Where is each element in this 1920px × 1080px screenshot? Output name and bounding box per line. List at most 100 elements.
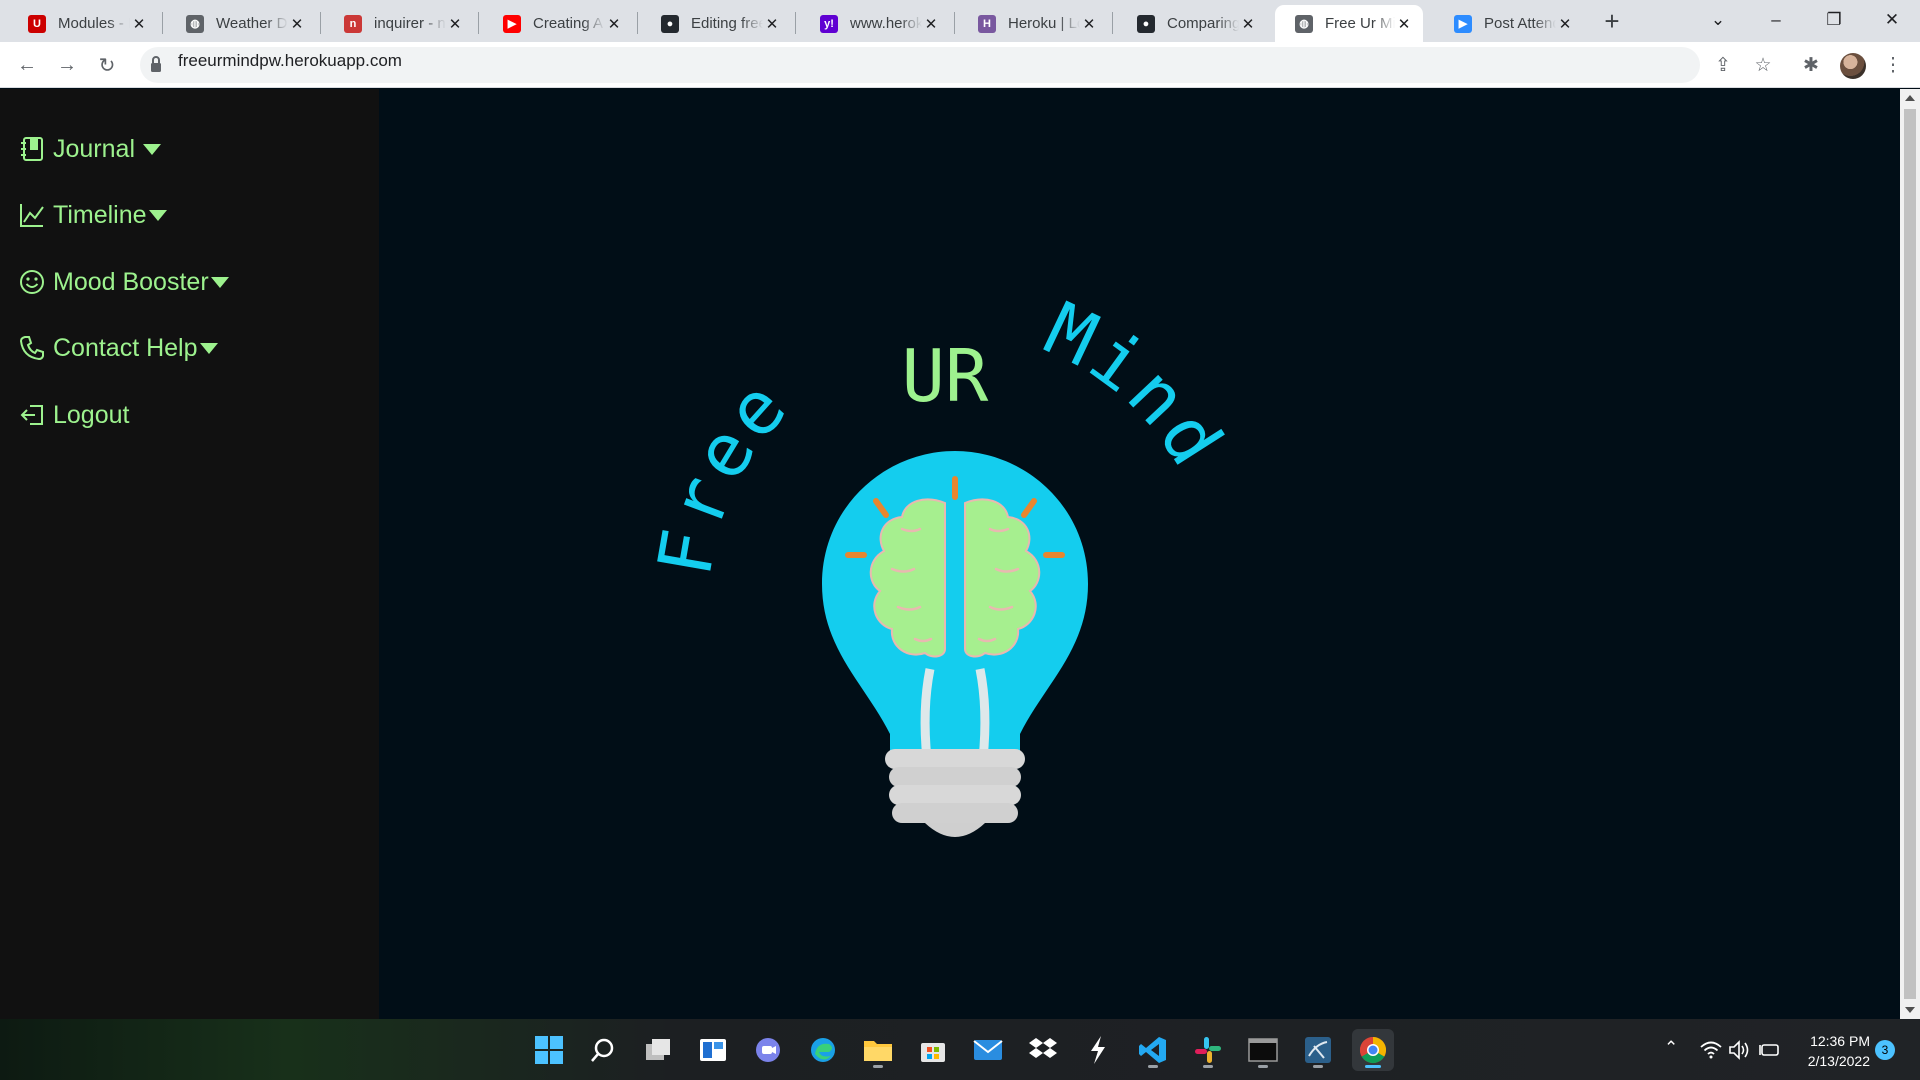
scroll-up-icon[interactable] xyxy=(1905,95,1915,101)
sidebar-item-logout[interactable]: Logout xyxy=(19,397,129,433)
minimize-button[interactable]: – xyxy=(1748,0,1804,40)
filament-left xyxy=(920,668,935,760)
close-tab-icon[interactable]: ✕ xyxy=(763,15,781,33)
restore-button[interactable]: ❐ xyxy=(1806,0,1862,40)
browser-tab[interactable]: U Modules - E✕ xyxy=(8,5,158,42)
back-button[interactable]: ← xyxy=(10,48,44,82)
new-tab-button[interactable]: + xyxy=(1598,8,1626,36)
workbench-button[interactable] xyxy=(1297,1029,1339,1071)
share-icon[interactable]: ⇪ xyxy=(1706,48,1740,82)
extensions-icon[interactable]: ✱ xyxy=(1794,48,1828,82)
bookmark-star-icon[interactable]: ☆ xyxy=(1746,48,1780,82)
volume-icon[interactable] xyxy=(1728,1040,1750,1060)
npm-icon: n xyxy=(344,14,362,33)
terminal-button[interactable] xyxy=(1242,1029,1284,1071)
dropbox-button[interactable] xyxy=(1022,1029,1064,1071)
close-tab-icon[interactable]: ✕ xyxy=(288,15,306,33)
close-tab-icon[interactable]: ✕ xyxy=(1556,15,1574,33)
tab-separator xyxy=(162,12,163,34)
store-button[interactable] xyxy=(912,1029,954,1071)
vscode-button[interactable] xyxy=(1132,1029,1174,1071)
teams-chat-button[interactable] xyxy=(747,1029,789,1071)
tab-separator xyxy=(795,12,796,34)
sidebar-item-timeline[interactable]: Timeline xyxy=(19,197,167,233)
url-text[interactable]: freeurmindpw.herokuapp.com xyxy=(178,51,402,71)
tab-title: Free Ur Min xyxy=(1325,15,1395,32)
profile-avatar[interactable] xyxy=(1840,53,1866,79)
browser-tab[interactable]: ◍ Free Ur Min✕ xyxy=(1275,5,1423,42)
sidebar-item-contact-help[interactable]: Contact Help xyxy=(19,330,218,366)
browser-tab[interactable]: H Heroku | Lo ✕ xyxy=(958,5,1108,42)
tab-title: inquirer - n xyxy=(374,15,446,32)
slack-button[interactable] xyxy=(1187,1029,1229,1071)
sidebar-item-label: Mood Booster xyxy=(53,267,209,296)
running-indicator xyxy=(1258,1065,1268,1068)
clock[interactable]: 12:36 PM 2/13/2022 xyxy=(1790,1031,1870,1071)
start-button[interactable] xyxy=(528,1029,570,1071)
browser-tab[interactable]: ▶ Post Attend ✕ xyxy=(1434,5,1584,42)
wifi-icon[interactable] xyxy=(1700,1041,1722,1059)
close-tab-icon[interactable]: ✕ xyxy=(922,15,940,33)
chrome-icon xyxy=(1359,1036,1387,1064)
search-button[interactable] xyxy=(582,1029,624,1071)
close-tab-icon[interactable]: ✕ xyxy=(1395,15,1413,33)
sidebar-item-mood-booster[interactable]: Mood Booster xyxy=(19,264,229,300)
browser-tab[interactable]: ◍ Weather Da ✕ xyxy=(166,5,316,42)
filament-right xyxy=(975,668,990,760)
scrollbar-thumb[interactable] xyxy=(1904,109,1916,999)
mail-button[interactable] xyxy=(967,1029,1009,1071)
sidebar-item-label: Logout xyxy=(53,400,130,429)
forward-button[interactable]: → xyxy=(50,48,84,82)
close-tab-icon[interactable]: ✕ xyxy=(130,15,148,33)
show-hidden-icons-icon[interactable]: ⌃ xyxy=(1664,1038,1678,1058)
sourcetree-button[interactable] xyxy=(1077,1029,1119,1071)
task-view-icon xyxy=(646,1039,670,1060)
logo-word-free: Free xyxy=(642,362,806,582)
browser-tab[interactable]: y! www.herok ✕ xyxy=(800,5,950,42)
smiley-icon xyxy=(20,270,44,294)
chrome-button[interactable] xyxy=(1352,1029,1394,1071)
close-tab-icon[interactable]: ✕ xyxy=(1080,15,1098,33)
task-view-button[interactable] xyxy=(637,1029,679,1071)
close-window-button[interactable]: ✕ xyxy=(1864,0,1920,40)
edge-button[interactable] xyxy=(802,1029,844,1071)
zoom-icon: ▶ xyxy=(1454,14,1472,33)
bulb-base-icon xyxy=(885,749,1025,837)
journal-icon xyxy=(21,137,43,161)
teams-chat-icon xyxy=(756,1038,780,1062)
close-tab-icon[interactable]: ✕ xyxy=(446,15,464,33)
dropbox-icon xyxy=(1029,1038,1057,1058)
tab-search-icon[interactable]: ⌄ xyxy=(1690,0,1746,40)
menu-kebab-icon[interactable]: ⋮ xyxy=(1876,48,1910,82)
utah-u-icon: U xyxy=(28,14,46,33)
browser-tab[interactable]: n inquirer - n ✕ xyxy=(324,5,474,42)
running-indicator xyxy=(1203,1065,1213,1068)
search-icon xyxy=(591,1038,614,1062)
widgets-button[interactable] xyxy=(692,1029,734,1071)
browser-tab[interactable]: ● Comparing ✕ xyxy=(1117,5,1267,42)
sidebar-item-label: Contact Help xyxy=(53,333,198,362)
logo-word-mind-path: Mind xyxy=(1033,286,1237,483)
chart-line-icon xyxy=(20,204,44,227)
battery-icon[interactable] xyxy=(1758,1041,1780,1059)
tab-title: Creating A xyxy=(533,15,604,32)
lock-icon[interactable] xyxy=(150,55,162,74)
mysql-workbench-icon xyxy=(1305,1037,1331,1063)
file-explorer-button[interactable] xyxy=(857,1029,899,1071)
page-scrollbar[interactable] xyxy=(1900,89,1920,1019)
sidebar-item-label: Timeline xyxy=(53,200,147,229)
browser-tab[interactable]: ● Editing free ✕ xyxy=(641,5,791,42)
running-indicator xyxy=(1365,1065,1381,1068)
terminal-icon xyxy=(1248,1038,1278,1062)
notification-badge[interactable]: 3 xyxy=(1875,1040,1895,1060)
browser-tab[interactable]: ▶ Creating A ✕ xyxy=(483,5,633,42)
sidebar-nav: Journal Timeline Mood Booster Contact He… xyxy=(0,89,379,1019)
running-indicator xyxy=(1148,1065,1158,1068)
youtube-icon: ▶ xyxy=(503,14,521,33)
reload-button[interactable]: ↻ xyxy=(90,48,124,82)
close-tab-icon[interactable]: ✕ xyxy=(605,15,623,33)
logo-word-ur: UR xyxy=(902,334,989,418)
sidebar-item-journal[interactable]: Journal xyxy=(19,131,161,167)
scroll-down-icon[interactable] xyxy=(1905,1007,1915,1013)
close-tab-icon[interactable]: ✕ xyxy=(1239,15,1257,33)
